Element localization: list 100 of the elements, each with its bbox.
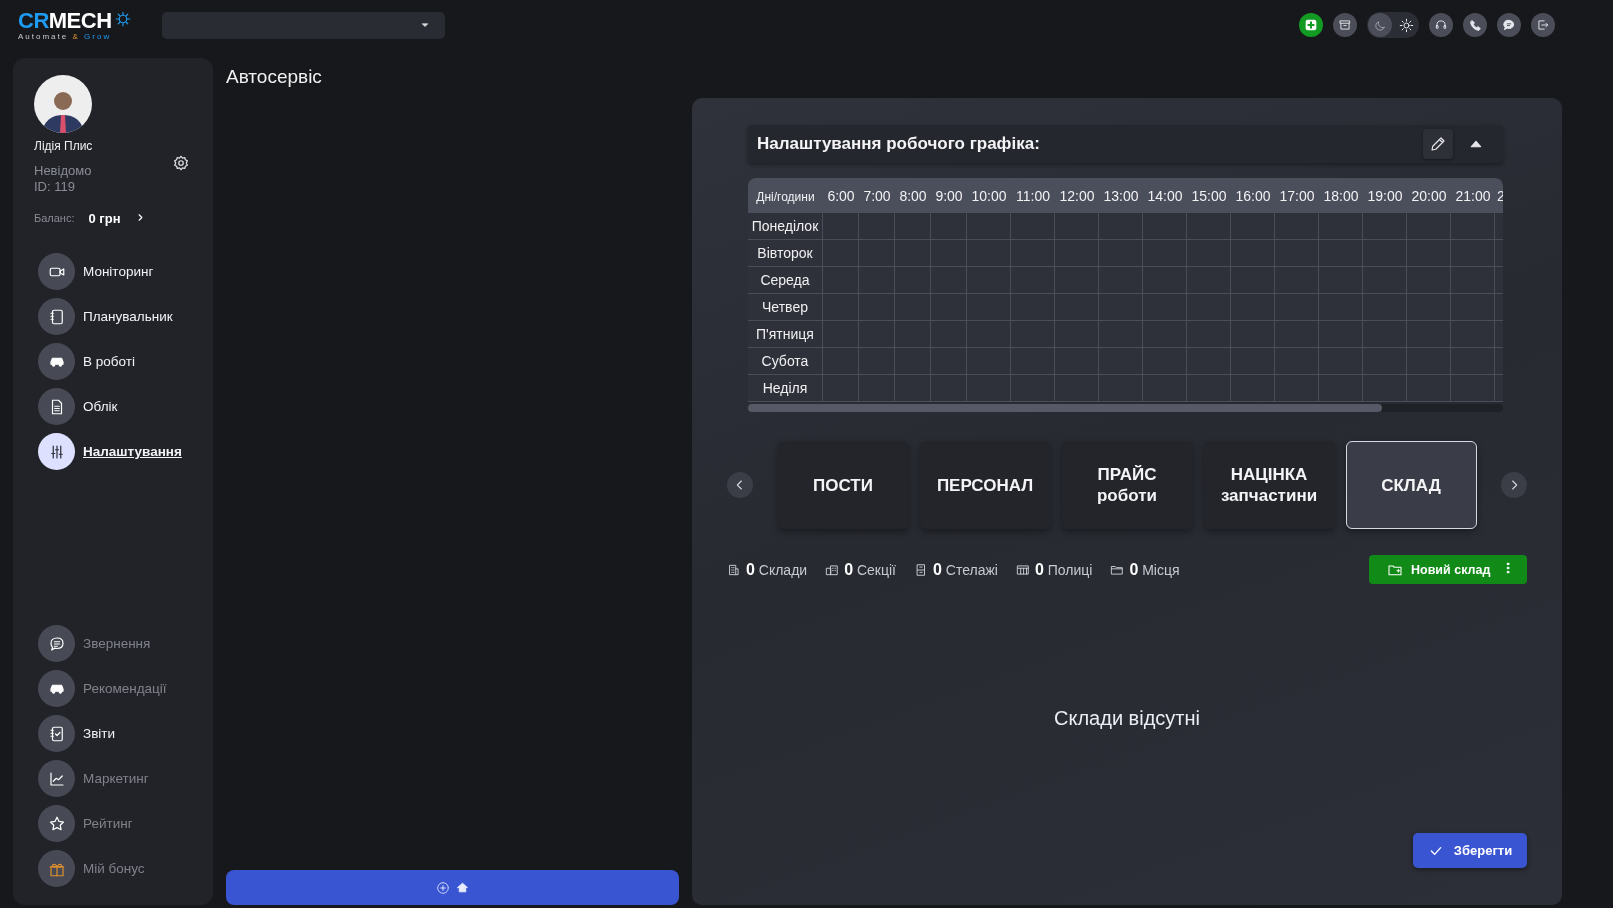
schedule-cell[interactable] xyxy=(1055,348,1099,375)
section-tab[interactable]: НАЦІНКА запчастини xyxy=(1203,441,1335,529)
call-button[interactable] xyxy=(1463,13,1487,37)
schedule-cell[interactable] xyxy=(1407,375,1451,402)
menu-item[interactable]: Облік xyxy=(38,388,213,425)
section-tab[interactable]: ПОСТИ xyxy=(777,441,909,529)
schedule-cell[interactable] xyxy=(859,213,895,240)
schedule-cell[interactable] xyxy=(1099,294,1143,321)
schedule-cell[interactable] xyxy=(1363,321,1407,348)
schedule-cell[interactable] xyxy=(1275,267,1319,294)
schedule-cell[interactable] xyxy=(1275,294,1319,321)
schedule-cell[interactable] xyxy=(1363,267,1407,294)
schedule-cell[interactable] xyxy=(1187,294,1231,321)
schedule-cell[interactable] xyxy=(1319,348,1363,375)
schedule-cell[interactable] xyxy=(967,321,1011,348)
schedule-cell[interactable] xyxy=(1055,240,1099,267)
company-dropdown[interactable] xyxy=(162,11,445,39)
schedule-cell[interactable] xyxy=(823,321,859,348)
schedule-cell[interactable] xyxy=(1143,375,1187,402)
schedule-cell[interactable] xyxy=(1275,213,1319,240)
schedule-cell[interactable] xyxy=(931,267,967,294)
schedule-cell[interactable] xyxy=(1187,321,1231,348)
menu-item[interactable]: Планувальник xyxy=(38,298,213,335)
schedule-cell[interactable] xyxy=(859,321,895,348)
schedule-cell[interactable] xyxy=(1055,375,1099,402)
schedule-cell[interactable] xyxy=(1231,213,1275,240)
edit-button[interactable] xyxy=(1423,129,1453,159)
schedule-cell[interactable] xyxy=(823,294,859,321)
schedule-cell[interactable] xyxy=(895,267,931,294)
schedule-cell[interactable] xyxy=(1363,294,1407,321)
schedule-cell[interactable] xyxy=(1451,267,1495,294)
schedule-cell[interactable] xyxy=(859,375,895,402)
schedule-cell[interactable] xyxy=(1451,294,1495,321)
logout-button[interactable] xyxy=(1531,13,1555,37)
schedule-cell[interactable] xyxy=(823,348,859,375)
schedule-cell[interactable] xyxy=(931,375,967,402)
schedule-cell[interactable] xyxy=(931,213,967,240)
schedule-cell[interactable] xyxy=(1011,267,1055,294)
schedule-cell[interactable] xyxy=(1319,294,1363,321)
schedule-cell[interactable] xyxy=(895,375,931,402)
schedule-cell[interactable] xyxy=(1011,375,1055,402)
schedule-cell[interactable] xyxy=(1275,348,1319,375)
menu-item[interactable]: Звіти xyxy=(38,715,213,752)
schedule-cell[interactable] xyxy=(823,213,859,240)
schedule-cell[interactable] xyxy=(1319,267,1363,294)
schedule-cell[interactable] xyxy=(1055,213,1099,240)
schedule-cell[interactable] xyxy=(823,267,859,294)
previous-button[interactable] xyxy=(727,472,753,498)
schedule-cell[interactable] xyxy=(1451,375,1495,402)
schedule-cell[interactable] xyxy=(931,321,967,348)
schedule-cell[interactable] xyxy=(1143,348,1187,375)
schedule-cell[interactable] xyxy=(1231,321,1275,348)
schedule-cell[interactable] xyxy=(1275,321,1319,348)
add-location-button[interactable] xyxy=(226,870,679,905)
section-tab[interactable]: СКЛАД xyxy=(1345,441,1477,529)
schedule-cell[interactable] xyxy=(967,375,1011,402)
schedule-cell[interactable] xyxy=(823,240,859,267)
schedule-cell[interactable] xyxy=(1231,348,1275,375)
schedule-cell[interactable] xyxy=(967,213,1011,240)
section-tab[interactable]: ПРАЙС роботи xyxy=(1061,441,1193,529)
new-warehouse-button[interactable]: Новий склад xyxy=(1369,555,1527,584)
schedule-cell[interactable] xyxy=(1451,348,1495,375)
schedule-cell[interactable] xyxy=(1011,240,1055,267)
schedule-cell[interactable] xyxy=(1187,240,1231,267)
schedule-cell[interactable] xyxy=(967,267,1011,294)
schedule-cell[interactable] xyxy=(1099,348,1143,375)
schedule-cell[interactable] xyxy=(1011,294,1055,321)
schedule-cell[interactable] xyxy=(1407,213,1451,240)
schedule-cell[interactable] xyxy=(967,240,1011,267)
schedule-cell[interactable] xyxy=(895,240,931,267)
schedule-cell[interactable] xyxy=(859,348,895,375)
schedule-cell[interactable] xyxy=(1143,240,1187,267)
schedule-cell[interactable] xyxy=(1451,240,1495,267)
schedule-cell[interactable] xyxy=(895,348,931,375)
schedule-cell[interactable] xyxy=(1319,240,1363,267)
schedule-cell[interactable] xyxy=(859,294,895,321)
schedule-cell[interactable] xyxy=(1231,294,1275,321)
schedule-cell[interactable] xyxy=(1319,213,1363,240)
settings-button[interactable] xyxy=(171,153,191,173)
schedule-cell[interactable] xyxy=(1231,375,1275,402)
schedule-cell[interactable] xyxy=(1231,240,1275,267)
schedule-cell[interactable] xyxy=(823,375,859,402)
schedule-cell[interactable] xyxy=(1099,267,1143,294)
schedule-cell[interactable] xyxy=(1451,213,1495,240)
schedule-cell[interactable] xyxy=(1055,321,1099,348)
schedule-cell[interactable] xyxy=(931,294,967,321)
menu-item[interactable]: Налаштування xyxy=(38,433,213,470)
schedule-cell[interactable] xyxy=(1363,213,1407,240)
schedule-cell[interactable] xyxy=(859,267,895,294)
schedule-cell[interactable] xyxy=(1319,321,1363,348)
schedule-cell[interactable] xyxy=(1407,267,1451,294)
schedule-cell[interactable] xyxy=(1187,267,1231,294)
schedule-cell[interactable] xyxy=(1143,213,1187,240)
dark-mode-button[interactable] xyxy=(1368,13,1392,37)
schedule-cell[interactable] xyxy=(1275,240,1319,267)
schedule-cell[interactable] xyxy=(1187,213,1231,240)
schedule-cell[interactable] xyxy=(967,348,1011,375)
section-tab[interactable]: ПЕРСОНАЛ xyxy=(919,441,1051,529)
scrollbar[interactable] xyxy=(748,404,1503,412)
schedule-cell[interactable] xyxy=(1099,240,1143,267)
